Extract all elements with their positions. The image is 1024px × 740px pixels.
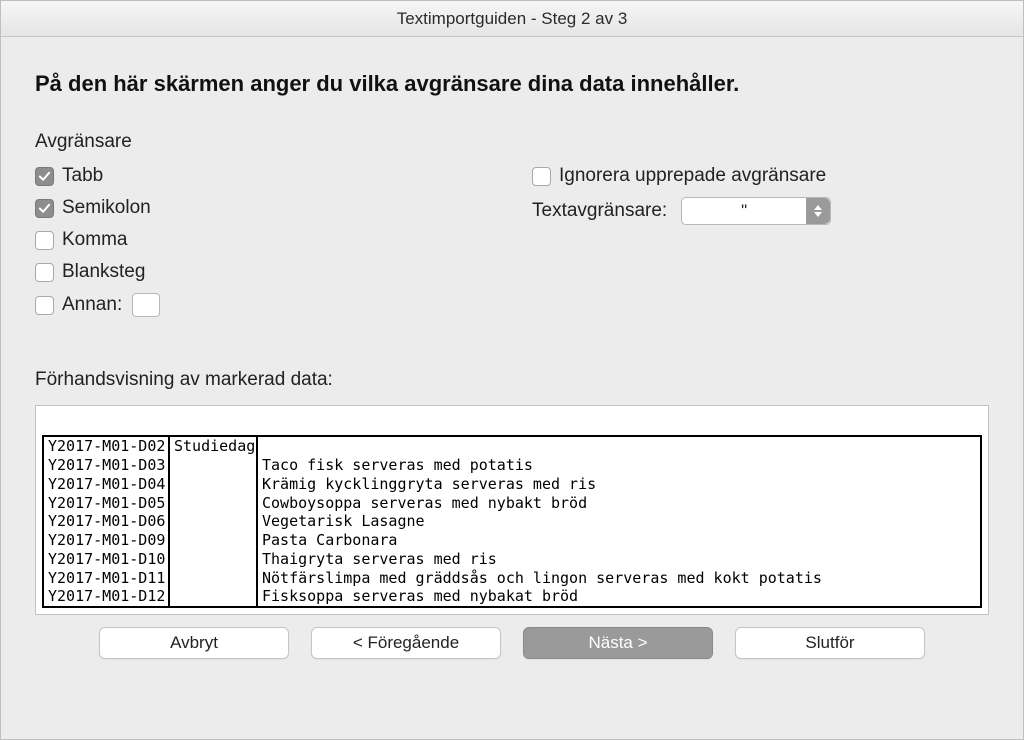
table-cell: Thaigryta serveras med ris [257, 550, 981, 569]
delimiter-other-input[interactable] [132, 293, 160, 317]
table-cell [169, 569, 257, 588]
table-cell: Y2017-M01-D04 [43, 475, 169, 494]
table-cell: Y2017-M01-D03 [43, 456, 169, 475]
table-cell [169, 456, 257, 475]
table-row: Y2017-M01-D11 Nötfärslimpa med gräddsås o… [43, 569, 981, 588]
table-cell: Y2017-M01-D02 [43, 436, 169, 456]
table-row: Y2017-M01-D06 Vegetarisk Lasagne [43, 512, 981, 531]
table-cell: Y2017-M01-D12 [43, 587, 169, 607]
wizard-button-row: Avbryt < Föregående Nästa > Slutför [35, 615, 989, 683]
table-cell [169, 531, 257, 550]
ignore-repeated-row[interactable]: Ignorera upprepade avgränsare [532, 165, 989, 187]
delimiter-semicolon-label: Semikolon [62, 197, 151, 219]
delimiter-other-row[interactable]: Annan: [35, 293, 512, 317]
table-cell: Y2017-M01-D09 [43, 531, 169, 550]
wizard-content: På den här skärmen anger du vilka avgrän… [1, 37, 1023, 739]
table-cell: Studiedag [169, 436, 257, 456]
finish-button[interactable]: Slutför [735, 627, 925, 659]
table-cell: Y2017-M01-D05 [43, 494, 169, 513]
table-row: Y2017-M01-D04 Krämig kycklinggryta server… [43, 475, 981, 494]
table-cell: Nötfärslimpa med gräddsås och lingon ser… [257, 569, 981, 588]
delimiter-space-row[interactable]: Blanksteg [35, 261, 512, 283]
table-cell: Fisksoppa serveras med nybakat bröd [257, 587, 981, 607]
table-cell [257, 436, 981, 456]
table-cell: Cowboysoppa serveras med nybakt bröd [257, 494, 981, 513]
delimiter-tab-label: Tabb [62, 165, 103, 187]
wizard-window: Textimportguiden - Steg 2 av 3 På den hä… [0, 0, 1024, 740]
preview-header-space [42, 412, 982, 435]
table-cell: Y2017-M01-D06 [43, 512, 169, 531]
next-button[interactable]: Nästa > [523, 627, 713, 659]
table-cell [169, 512, 257, 531]
table-cell: Y2017-M01-D11 [43, 569, 169, 588]
table-cell: Y2017-M01-D10 [43, 550, 169, 569]
table-cell [169, 550, 257, 569]
text-qualifier-label: Textavgränsare: [532, 200, 667, 222]
delimiter-other-label: Annan: [62, 294, 122, 316]
table-cell [169, 475, 257, 494]
updown-icon [806, 198, 830, 224]
window-title: Textimportguiden - Steg 2 av 3 [1, 1, 1023, 37]
preview-box: Y2017-M01-D02StudiedagY2017-M01-D03 Taco … [35, 405, 989, 615]
delimiter-comma-row[interactable]: Komma [35, 229, 512, 251]
preview-table: Y2017-M01-D02StudiedagY2017-M01-D03 Taco … [42, 435, 982, 608]
delimiter-semicolon-row[interactable]: Semikolon [35, 197, 512, 219]
page-heading: På den här skärmen anger du vilka avgrän… [35, 71, 989, 97]
delimiter-tab-row[interactable]: Tabb [35, 165, 512, 187]
table-cell [169, 494, 257, 513]
table-row: Y2017-M01-D12 Fisksoppa serveras med nyba… [43, 587, 981, 607]
delimiter-comma-label: Komma [62, 229, 127, 251]
table-row: Y2017-M01-D02Studiedag [43, 436, 981, 456]
back-button[interactable]: < Föregående [311, 627, 501, 659]
table-cell [169, 587, 257, 607]
delimiter-semicolon-checkbox[interactable] [35, 199, 54, 218]
delimiters-left-column: Tabb Semikolon Komma [35, 165, 512, 317]
table-cell: Krämig kycklinggryta serveras med ris [257, 475, 981, 494]
delimiter-other-checkbox[interactable] [35, 296, 54, 315]
text-qualifier-row: Textavgränsare: " [532, 197, 989, 225]
text-qualifier-value: " [682, 201, 806, 221]
table-row: Y2017-M01-D09 Pasta Carbonara [43, 531, 981, 550]
preview-label: Förhandsvisning av markerad data: [35, 369, 989, 391]
text-qualifier-select[interactable]: " [681, 197, 831, 225]
delimiters-label: Avgränsare [35, 131, 989, 153]
delimiters-section: Tabb Semikolon Komma [35, 165, 989, 317]
table-row: Y2017-M01-D05 Cowboysoppa serveras med ny… [43, 494, 981, 513]
delimiter-space-checkbox[interactable] [35, 263, 54, 282]
delimiters-right-column: Ignorera upprepade avgränsare Textavgrän… [512, 165, 989, 317]
ignore-repeated-label: Ignorera upprepade avgränsare [559, 165, 826, 187]
table-row: Y2017-M01-D03 Taco fisk serveras med pota… [43, 456, 981, 475]
table-cell: Vegetarisk Lasagne [257, 512, 981, 531]
delimiter-tab-checkbox[interactable] [35, 167, 54, 186]
delimiter-comma-checkbox[interactable] [35, 231, 54, 250]
table-cell: Pasta Carbonara [257, 531, 981, 550]
cancel-button[interactable]: Avbryt [99, 627, 289, 659]
table-cell: Taco fisk serveras med potatis [257, 456, 981, 475]
table-row: Y2017-M01-D10 Thaigryta serveras med ris [43, 550, 981, 569]
delimiter-space-label: Blanksteg [62, 261, 145, 283]
ignore-repeated-checkbox[interactable] [532, 167, 551, 186]
